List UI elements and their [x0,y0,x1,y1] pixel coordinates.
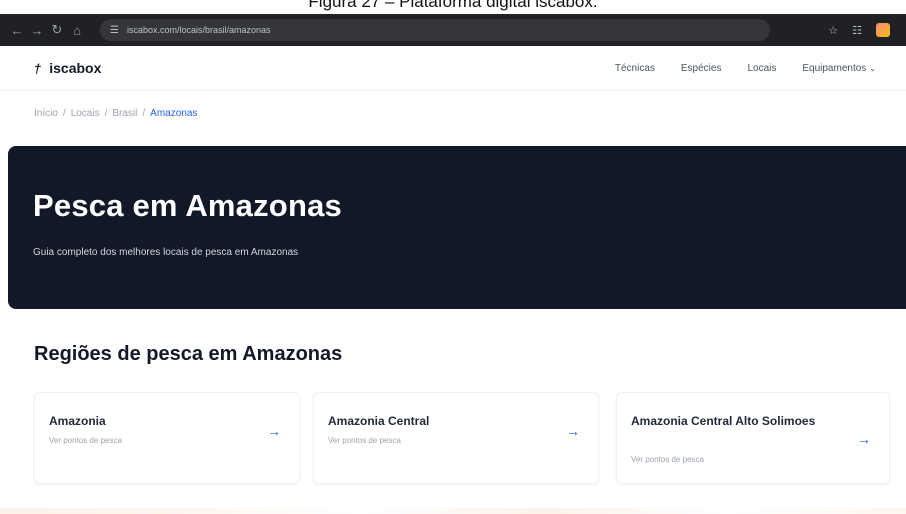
arrow-right-icon[interactable]: → [857,431,871,447]
bookmark-star-icon[interactable]: ☆ [828,24,838,37]
hero-banner: Pesca em Amazonas Guia completo dos melh… [8,146,906,309]
breadcrumb-inicio[interactable]: Início [34,108,58,119]
site-info-icon[interactable]: ☰ [110,25,119,36]
nav-item-equipamentos[interactable]: Equipamentos ⌄ [802,63,876,74]
region-card-title: Amazonia [49,414,106,428]
browser-toolbar: ← → ↻ ⌂ ☰ iscabox.com/locais/brasil/amaz… [0,14,906,46]
main-nav: Técnicas Espécies Locais Equipamentos ⌄ [615,63,876,74]
region-card-title: Amazonia Central Alto Solimoes [631,414,816,428]
region-card-link[interactable]: Ver pontos de pesca [49,436,122,445]
region-card-amazonia-central[interactable]: Amazonia Central Ver pontos de pesca → [313,392,599,484]
nav-item-especies[interactable]: Espécies [681,63,722,74]
breadcrumb: Início / Locais / Brasil / Amazonas [34,108,197,119]
region-card-link[interactable]: Ver pontos de pesca [328,436,401,445]
page-subtitle: Guia completo dos melhores locais de pes… [33,247,299,258]
next-row-cards-edge [0,508,906,514]
address-bar[interactable]: ☰ iscabox.com/locais/brasil/amazonas [100,19,770,41]
breadcrumb-amazonas: Amazonas [150,108,198,119]
nav-item-tecnicas[interactable]: Técnicas [615,63,655,74]
fishing-hook-icon: † [32,60,43,76]
region-card-link[interactable]: Ver pontos de pesca [631,455,704,464]
regions-heading: Regiões de pesca em Amazonas [34,343,343,365]
logo-text: iscabox [49,60,102,76]
arrow-right-icon[interactable]: → [566,423,580,439]
figure-caption: Figura 27 – Plataforma digital iscabox. [0,0,906,14]
site-logo[interactable]: † iscabox [32,60,102,76]
arrow-right-icon[interactable]: → [267,423,281,439]
breadcrumb-separator: / [104,108,108,119]
reload-icon[interactable]: ↻ [48,22,66,38]
back-icon[interactable]: ← [8,23,26,38]
breadcrumb-locais[interactable]: Locais [71,108,100,119]
extensions-icon[interactable]: ☷ [852,24,862,37]
forward-icon[interactable]: → [28,23,46,38]
site-header: † iscabox Técnicas Espécies Locais Equip… [0,46,906,91]
breadcrumb-brasil[interactable]: Brasil [112,108,137,119]
region-card-amazonia[interactable]: Amazonia Ver pontos de pesca → [34,392,300,484]
page-title: Pesca em Amazonas [33,188,342,223]
breadcrumb-separator: / [142,108,146,119]
region-card-amazonia-central-alto-solimoes[interactable]: Amazonia Central Alto Solimoes Ver ponto… [616,392,890,484]
profile-avatar[interactable] [876,23,890,37]
breadcrumb-separator: / [62,108,66,119]
url-text: iscabox.com/locais/brasil/amazonas [126,25,271,35]
nav-item-locais[interactable]: Locais [747,63,776,74]
region-card-title: Amazonia Central [328,414,430,428]
chevron-down-icon: ⌄ [869,63,876,73]
home-icon[interactable]: ⌂ [68,23,86,38]
